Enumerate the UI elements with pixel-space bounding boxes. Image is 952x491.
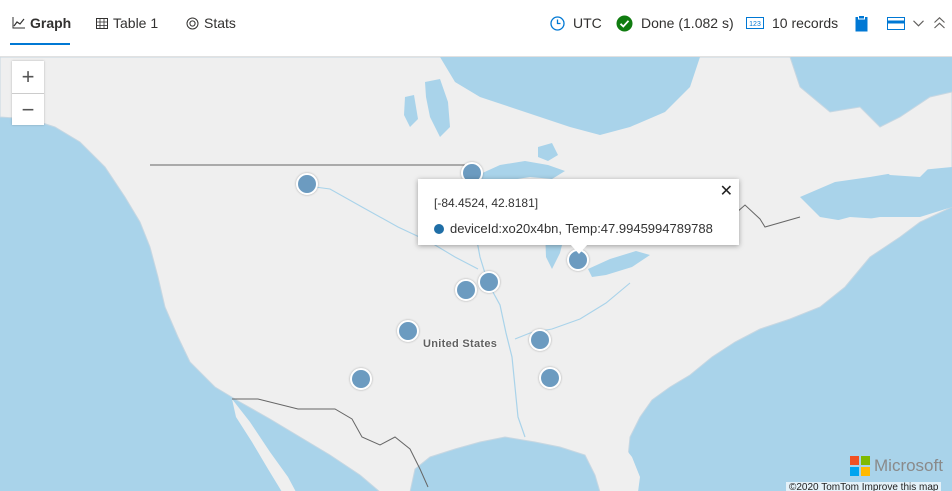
popup-detail-text: deviceId:xo20x4bn, Temp:47.9945994789788 [450, 221, 713, 236]
records-count-text: 10 records [772, 15, 839, 31]
table-icon [96, 17, 108, 29]
tab-label: Graph [30, 15, 72, 31]
tab-graph[interactable]: Graph [12, 0, 71, 46]
map-view[interactable]: + − United States [-84.4524, 42.8181] de… [0, 56, 952, 491]
records-count: 123 10 records [746, 0, 838, 46]
map-marker[interactable] [397, 320, 419, 342]
map-marker[interactable] [529, 329, 551, 351]
map-marker[interactable] [455, 279, 477, 301]
query-status: Done (1.082 s) [616, 0, 734, 46]
clipboard-icon [855, 14, 868, 32]
clock-icon [550, 15, 565, 31]
microsoft-brand-text: Microsoft [874, 456, 943, 475]
records-icon: 123 [746, 17, 764, 29]
zoom-out-button[interactable]: − [12, 93, 44, 125]
map-marker[interactable] [350, 368, 372, 390]
done-check-icon [616, 15, 633, 32]
popup-pointer [570, 244, 588, 254]
popup-close-button[interactable]: ✕ [720, 181, 733, 201]
double-chevron-up-icon [934, 17, 945, 29]
popup-coordinates: [-84.4524, 42.8181] [434, 196, 539, 210]
timezone-selector[interactable]: UTC [550, 0, 602, 46]
svg-text:123: 123 [749, 21, 761, 28]
copy-clipboard-button[interactable] [855, 0, 876, 46]
zoom-controls: + − [12, 61, 44, 125]
map-marker[interactable] [539, 367, 561, 389]
tab-label: Table 1 [113, 15, 159, 31]
tab-label: Stats [204, 15, 236, 31]
active-tab-indicator [10, 43, 70, 45]
collapse-button[interactable] [934, 0, 952, 46]
country-label: United States [423, 338, 498, 350]
chevron-down-icon [913, 19, 924, 27]
timezone-label: UTC [573, 15, 602, 31]
stats-icon [186, 17, 199, 30]
zoom-in-button[interactable]: + [12, 61, 44, 93]
toolbar: Graph Table 1 Stats UTC Done (1.082 s) 1… [0, 0, 952, 46]
tab-table-1[interactable]: Table 1 [96, 0, 158, 46]
series-dot-icon [434, 223, 444, 234]
tab-stats[interactable]: Stats [186, 0, 236, 46]
map-popup: [-84.4524, 42.8181] deviceId:xo20x4bn, T… [418, 179, 739, 245]
land-north-america [0, 57, 952, 491]
map-marker[interactable] [296, 173, 318, 195]
layout-dropdown[interactable] [887, 0, 932, 46]
map-basemap [0, 57, 952, 491]
map-copyright[interactable]: ©2020 TomTom Improve this map [786, 482, 942, 491]
popup-detail-row: deviceId:xo20x4bn, Temp:47.9945994789788 [434, 221, 713, 236]
done-status-text: Done (1.082 s) [641, 15, 734, 31]
microsoft-logo: Microsoft [850, 456, 943, 476]
map-marker[interactable] [478, 271, 500, 293]
line-chart-icon [12, 17, 25, 29]
layout-icon [887, 16, 905, 30]
microsoft-grid-icon [850, 456, 870, 476]
